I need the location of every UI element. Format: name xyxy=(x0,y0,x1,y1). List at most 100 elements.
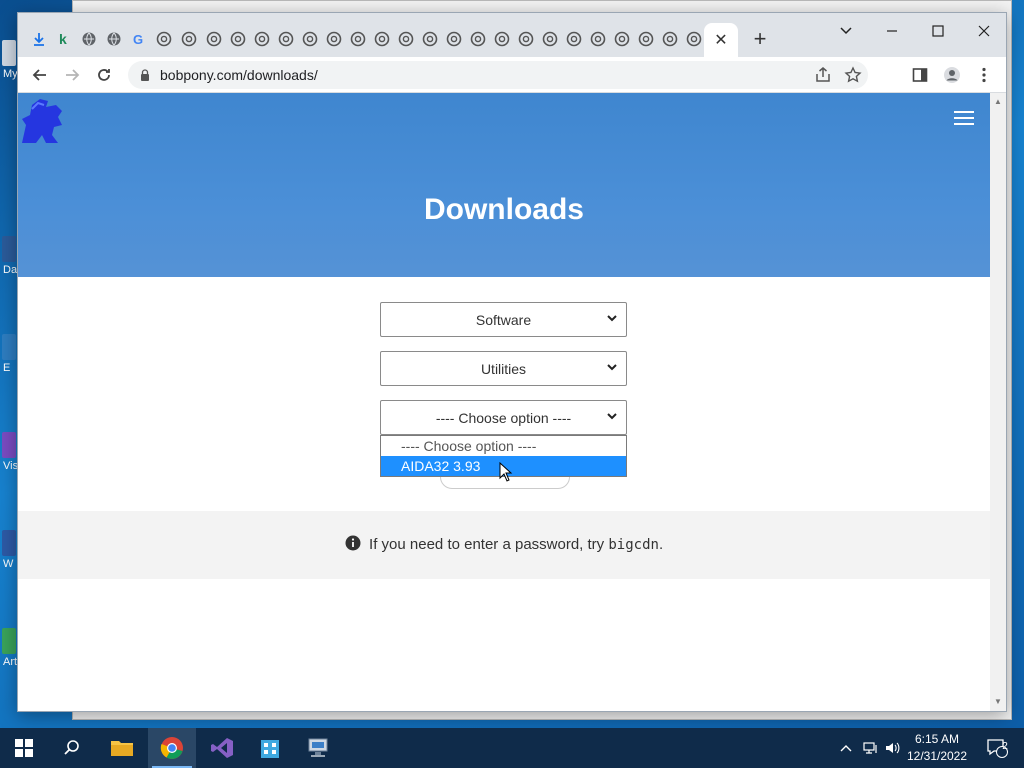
visual-studio-icon xyxy=(2,432,16,458)
taskbar-file-explorer[interactable] xyxy=(98,728,146,768)
google-icon: G xyxy=(133,32,143,47)
side-panel-button[interactable] xyxy=(906,61,934,89)
profile-avatar-icon xyxy=(944,67,960,83)
tab-chrome[interactable] xyxy=(563,27,585,51)
svg-text:k: k xyxy=(59,31,67,47)
tab-chrome[interactable] xyxy=(299,27,321,51)
tab-downloads[interactable] xyxy=(28,27,50,51)
tab-chrome[interactable] xyxy=(251,27,273,51)
desktop-icon-w[interactable]: W xyxy=(0,530,18,570)
tab-strip: k G ✕ + xyxy=(18,13,1006,57)
tab-globe-2[interactable] xyxy=(103,27,125,51)
visual-studio-icon xyxy=(211,738,233,758)
tab-chrome[interactable] xyxy=(395,27,417,51)
option-select[interactable]: ---- Choose option ---- xyxy=(380,400,627,435)
tab-chrome[interactable] xyxy=(419,27,441,51)
chevron-down-icon xyxy=(840,27,852,35)
menu-button[interactable] xyxy=(970,61,998,89)
volume-icon xyxy=(886,742,900,754)
chevron-down-icon xyxy=(607,364,617,371)
scroll-down-icon[interactable]: ▼ xyxy=(994,697,1002,706)
tab-k[interactable]: k xyxy=(53,27,75,51)
minimize-button[interactable] xyxy=(870,17,914,45)
network-tray-icon[interactable] xyxy=(860,728,882,768)
profile-button[interactable] xyxy=(938,61,966,89)
tab-chrome[interactable] xyxy=(611,27,633,51)
subcategory-select[interactable]: Utilities xyxy=(380,351,627,386)
desktop-icon-e[interactable]: E xyxy=(0,334,18,374)
category-select[interactable]: Software xyxy=(380,302,627,337)
reload-button[interactable] xyxy=(90,61,118,89)
taskbar-chrome[interactable] xyxy=(148,728,196,768)
tab-chrome[interactable] xyxy=(275,27,297,51)
tab-chrome[interactable] xyxy=(227,27,249,51)
maximize-icon xyxy=(932,25,944,37)
page-title: Downloads xyxy=(423,193,584,226)
bobpony-logo[interactable] xyxy=(18,95,66,147)
new-tab-button[interactable]: + xyxy=(748,26,772,51)
search-button[interactable] xyxy=(48,728,96,768)
taskbar: 6:15 AM 12/31/2022 2 xyxy=(0,728,1024,768)
hero-banner: Downloads xyxy=(18,93,990,277)
tab-chrome[interactable] xyxy=(467,27,489,51)
tab-active[interactable]: ✕ xyxy=(704,23,738,57)
mouse-cursor-icon xyxy=(499,462,513,482)
taskbar-app-building[interactable] xyxy=(246,728,294,768)
tab-chrome[interactable] xyxy=(659,27,681,51)
tray-overflow-button[interactable] xyxy=(836,728,856,768)
chevron-down-icon xyxy=(607,413,617,420)
tab-google[interactable]: G xyxy=(128,27,150,51)
building-app-icon xyxy=(261,740,279,758)
taskbar-clock[interactable]: 6:15 AM 12/31/2022 xyxy=(900,731,974,765)
tab-chrome[interactable] xyxy=(683,27,705,51)
chrome-icon xyxy=(278,31,294,47)
dropdown-option-placeholder[interactable]: ---- Choose option ---- xyxy=(381,436,626,456)
chrome-icon xyxy=(254,31,270,47)
notification-center-button[interactable]: 2 xyxy=(980,728,1014,768)
tab-chrome[interactable] xyxy=(347,27,369,51)
bookmark-star-icon[interactable] xyxy=(844,66,862,84)
tab-chrome[interactable] xyxy=(635,27,657,51)
chrome-icon xyxy=(662,31,678,47)
globe-icon xyxy=(82,32,96,46)
clock-time: 6:15 AM xyxy=(914,732,960,746)
address-bar[interactable]: bobpony.com/downloads/ xyxy=(128,61,868,89)
tab-chrome[interactable] xyxy=(539,27,561,51)
network-app-icon xyxy=(308,738,328,757)
scroll-up-icon[interactable]: ▲ xyxy=(994,97,1002,106)
start-button[interactable] xyxy=(0,728,48,768)
taskbar-app-network[interactable] xyxy=(294,728,342,768)
notification-count: 2 xyxy=(1002,741,1008,752)
chrome-icon xyxy=(398,31,414,47)
tab-chrome[interactable] xyxy=(587,27,609,51)
hamburger-menu-icon[interactable] xyxy=(954,111,974,127)
clock-date: 12/31/2022 xyxy=(906,749,968,763)
tab-chrome[interactable] xyxy=(178,27,200,51)
maximize-button[interactable] xyxy=(916,17,960,45)
app-icon xyxy=(2,530,16,556)
tab-chrome[interactable] xyxy=(443,27,465,51)
desktop-icon-my[interactable]: My xyxy=(0,40,18,80)
tab-chrome[interactable] xyxy=(153,27,175,51)
tab-globe-1[interactable] xyxy=(78,27,100,51)
desktop-icon-vis[interactable]: Vis xyxy=(0,432,18,472)
forward-button[interactable] xyxy=(58,61,86,89)
chrome-icon xyxy=(350,31,366,47)
taskbar-visual-studio[interactable] xyxy=(198,728,246,768)
desktop-icon-da[interactable]: Da xyxy=(0,236,18,276)
share-icon[interactable] xyxy=(814,66,832,84)
tab-search-button[interactable] xyxy=(824,17,868,45)
close-window-button[interactable] xyxy=(962,17,1006,45)
back-button[interactable] xyxy=(26,61,54,89)
tab-chrome[interactable] xyxy=(491,27,513,51)
tab-chrome[interactable] xyxy=(515,27,537,51)
tab-chrome[interactable] xyxy=(203,27,225,51)
page-scrollbar[interactable]: ▲ ▼ xyxy=(990,93,1006,711)
chrome-icon xyxy=(566,31,582,47)
chrome-icon xyxy=(230,31,246,47)
app-icon xyxy=(2,334,16,360)
tab-chrome[interactable] xyxy=(323,27,345,51)
close-tab-icon[interactable]: ✕ xyxy=(714,30,727,50)
tab-chrome[interactable] xyxy=(371,27,393,51)
desktop-icon-art[interactable]: Art xyxy=(0,628,18,668)
